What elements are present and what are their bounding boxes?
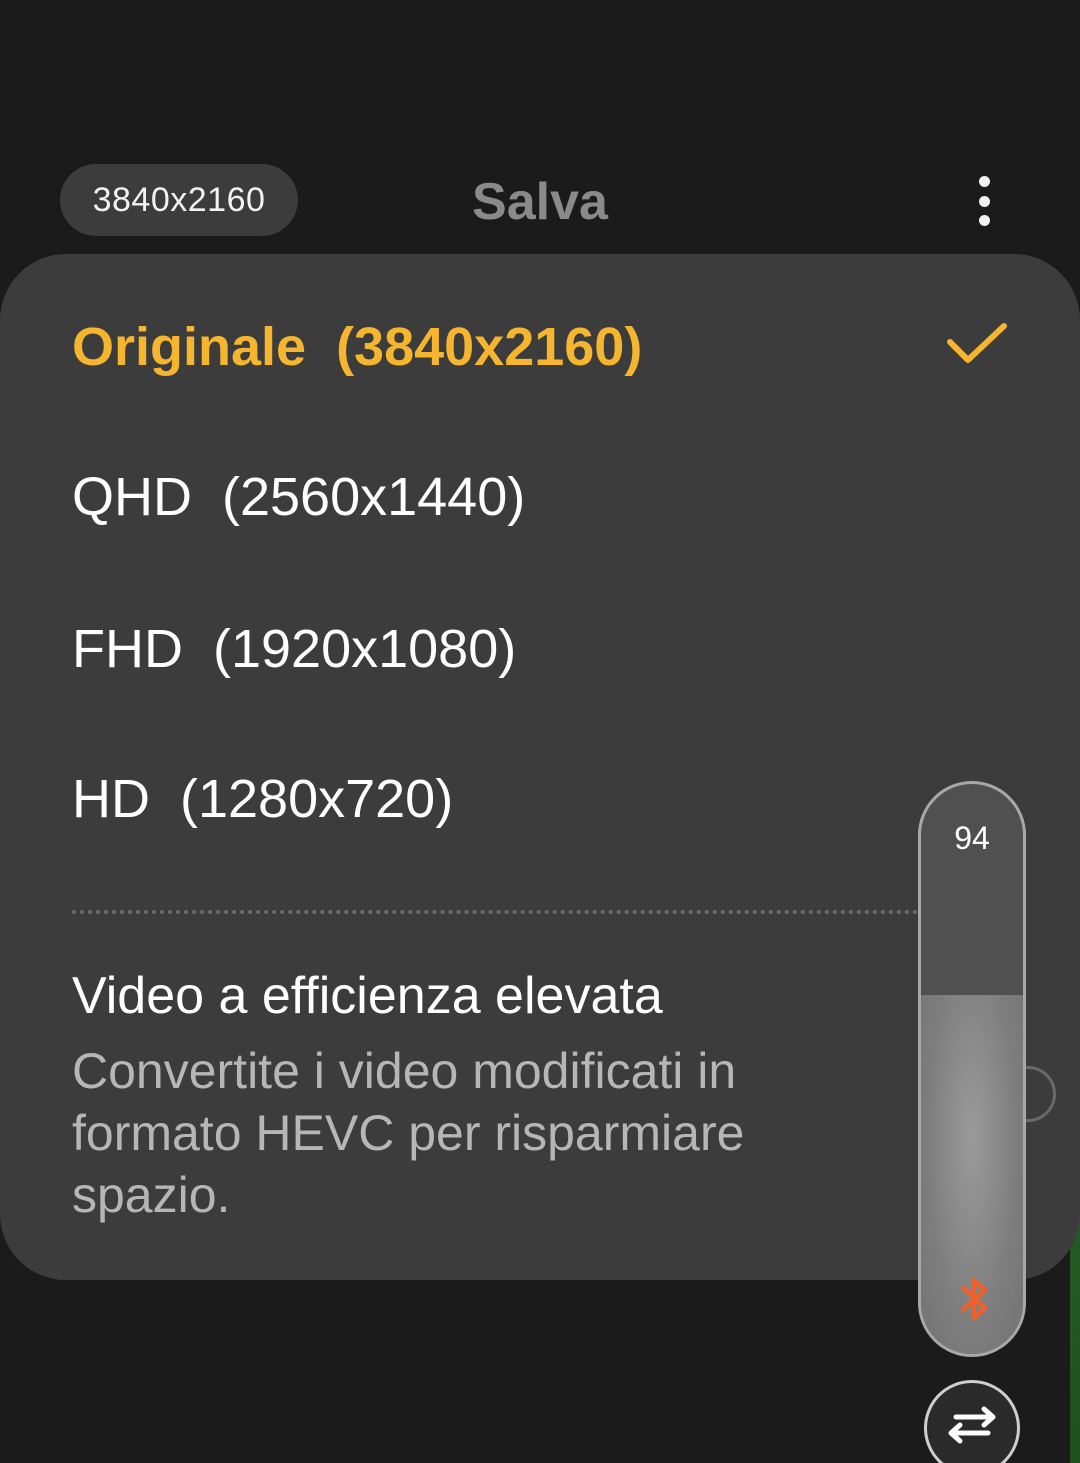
menu-option-hd[interactable]: HD (1280x720) [72, 768, 453, 830]
menu-divider [72, 910, 918, 914]
menu-option-qhd[interactable]: QHD (2560x1440) [72, 466, 525, 528]
volume-slider[interactable]: 94 [918, 781, 1026, 1357]
more-vertical-icon-dot [978, 215, 990, 226]
check-icon [947, 323, 1007, 363]
menu-option-fhd[interactable]: FHD (1920x1080) [72, 618, 516, 680]
hevc-option-description: Convertite i video modificati in formato… [72, 1043, 745, 1223]
volume-value: 94 [954, 820, 990, 856]
more-vertical-icon-dot [978, 195, 990, 207]
swap-arrows-icon [948, 1406, 996, 1444]
save-title[interactable]: Salva [420, 172, 660, 232]
menu-option-original[interactable]: Originale (3840x2160) [72, 316, 642, 378]
screen: 3840x2160 Salva Originale (3840x2160) QH… [0, 0, 1080, 1463]
swap-button[interactable] [924, 1380, 1020, 1463]
more-vertical-icon [978, 176, 990, 187]
resolution-badge-label: 3840x2160 [92, 180, 266, 219]
more-options-button[interactable] [958, 170, 1010, 232]
bluetooth-icon [960, 1277, 988, 1321]
hevc-option-title[interactable]: Video a efficienza elevata [72, 966, 663, 1026]
resolution-badge[interactable]: 3840x2160 [60, 164, 298, 236]
